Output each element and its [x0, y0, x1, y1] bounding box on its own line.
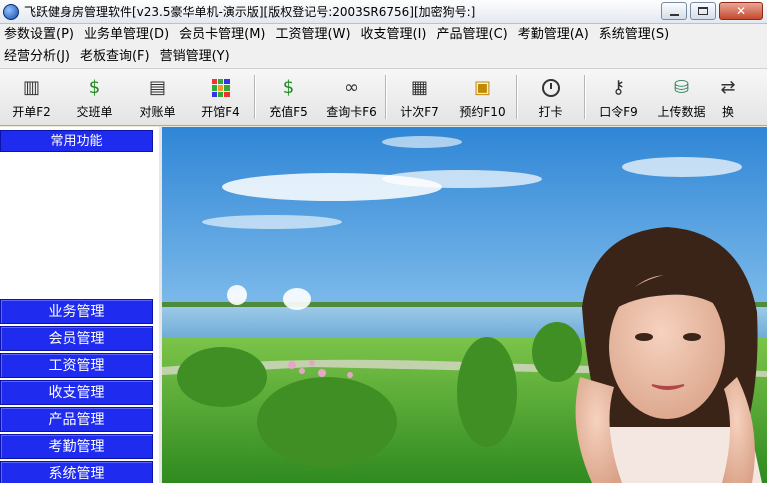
app-logo-icon: [3, 3, 19, 20]
open-order-button[interactable]: ▥ 开单F2: [0, 69, 63, 125]
toolbar-separator: [254, 75, 255, 119]
menu-income-expense[interactable]: 收支管理(I): [357, 24, 433, 46]
clock-icon: [541, 77, 560, 99]
document-icon: ▥: [22, 77, 40, 98]
money-bag-icon: $: [88, 77, 101, 98]
sidebar: 常用功能 业务管理 会员管理 工资管理 收支管理 产品管理 考勤管理 系统管理: [0, 127, 162, 483]
password-button[interactable]: ⚷ 口令F9: [587, 69, 650, 125]
close-button[interactable]: ✕: [719, 2, 763, 20]
database-upload-icon: ⛁: [673, 77, 690, 98]
minimize-button[interactable]: [661, 2, 687, 20]
sidebar-item-system[interactable]: 系统管理: [0, 461, 153, 483]
landscape-portrait-image: [162, 127, 767, 483]
switch-icon: ⇄: [720, 77, 736, 98]
maximize-icon: [698, 7, 708, 15]
toolbar-separator: [584, 75, 585, 119]
grid-icon: [211, 77, 230, 99]
punch-in-label: 打卡: [538, 105, 563, 119]
open-order-label: 开单F2: [12, 105, 51, 119]
recharge-button[interactable]: $ 充值F5: [257, 69, 320, 125]
calendar-icon: ▣: [473, 77, 491, 98]
shift-handover-button[interactable]: $ 交班单: [63, 69, 126, 125]
menu-params[interactable]: 参数设置(P): [0, 24, 80, 46]
title-bar: 飞跃健身房管理软件[v23.5豪华单机-演示版][版权登记号:2003SR675…: [0, 0, 767, 24]
sidebar-item-products[interactable]: 产品管理: [0, 407, 153, 432]
menu-marketing[interactable]: 营销管理(Y): [156, 46, 236, 68]
menu-row-1: 参数设置(P) 业务单管理(D) 会员卡管理(M) 工资管理(W) 收支管理(I…: [0, 24, 767, 46]
toolbar: ▥ 开单F2 $ 交班单 ▤ 对账单 开馆F4 $ 充值F5 ∞ 查询卡F6 ▦…: [0, 68, 767, 126]
open-hall-label: 开馆F4: [201, 105, 240, 119]
menu-boss-query[interactable]: 老板查询(F): [76, 46, 156, 68]
reservation-label: 预约F10: [459, 105, 506, 119]
menu-attendance[interactable]: 考勤管理(A): [514, 24, 595, 46]
menu-analysis[interactable]: 经营分析(J): [0, 46, 76, 68]
switch-label: 换: [721, 105, 734, 119]
sidebar-item-members[interactable]: 会员管理: [0, 326, 153, 351]
sidebar-item-income-expense[interactable]: 收支管理: [0, 380, 153, 405]
minimize-icon: [669, 13, 679, 16]
recharge-label: 充值F5: [269, 105, 308, 119]
counter-icon: ▦: [410, 77, 428, 98]
key-icon: ⚷: [611, 77, 626, 98]
menu-member-cards[interactable]: 会员卡管理(M): [175, 24, 271, 46]
sidebar-header[interactable]: 常用功能: [0, 130, 153, 152]
switch-button[interactable]: ⇄ 换: [713, 69, 743, 125]
toolbar-separator: [516, 75, 517, 119]
reservation-button[interactable]: ▣ 预约F10: [451, 69, 514, 125]
sidebar-item-business[interactable]: 业务管理: [0, 299, 153, 324]
maximize-button[interactable]: [690, 2, 716, 20]
close-icon: ✕: [735, 4, 747, 18]
statement-label: 对账单: [139, 105, 176, 119]
window-title: 飞跃健身房管理软件[v23.5豪华单机-演示版][版权登记号:2003SR675…: [24, 5, 476, 19]
menu-system[interactable]: 系统管理(S): [595, 24, 675, 46]
menu-products[interactable]: 产品管理(C): [433, 24, 514, 46]
sidebar-item-payroll[interactable]: 工资管理: [0, 353, 153, 378]
main-background-image: [162, 127, 767, 483]
statement-button[interactable]: ▤ 对账单: [126, 69, 189, 125]
query-card-button[interactable]: ∞ 查询卡F6: [320, 69, 383, 125]
open-hall-button[interactable]: 开馆F4: [189, 69, 252, 125]
window-controls: ✕: [661, 2, 763, 20]
menu-business-orders[interactable]: 业务单管理(D): [80, 24, 175, 46]
menu-row-2: 经营分析(J) 老板查询(F) 营销管理(Y): [0, 46, 767, 68]
ledger-icon: ▤: [148, 77, 166, 98]
upload-data-button[interactable]: ⛁ 上传数据: [650, 69, 713, 125]
toolbar-separator: [385, 75, 386, 119]
punch-in-button[interactable]: 打卡: [519, 69, 582, 125]
menu-bar: 参数设置(P) 业务单管理(D) 会员卡管理(M) 工资管理(W) 收支管理(I…: [0, 24, 767, 68]
upload-data-label: 上传数据: [657, 105, 706, 119]
query-card-label: 查询卡F6: [326, 105, 377, 119]
sidebar-item-attendance[interactable]: 考勤管理: [0, 434, 153, 459]
shift-handover-label: 交班单: [76, 105, 113, 119]
money-bag-icon: $: [282, 77, 295, 98]
binoculars-icon: ∞: [344, 77, 359, 98]
menu-payroll[interactable]: 工资管理(W): [272, 24, 357, 46]
password-label: 口令F9: [599, 105, 638, 119]
count-button[interactable]: ▦ 计次F7: [388, 69, 451, 125]
count-label: 计次F7: [400, 105, 439, 119]
